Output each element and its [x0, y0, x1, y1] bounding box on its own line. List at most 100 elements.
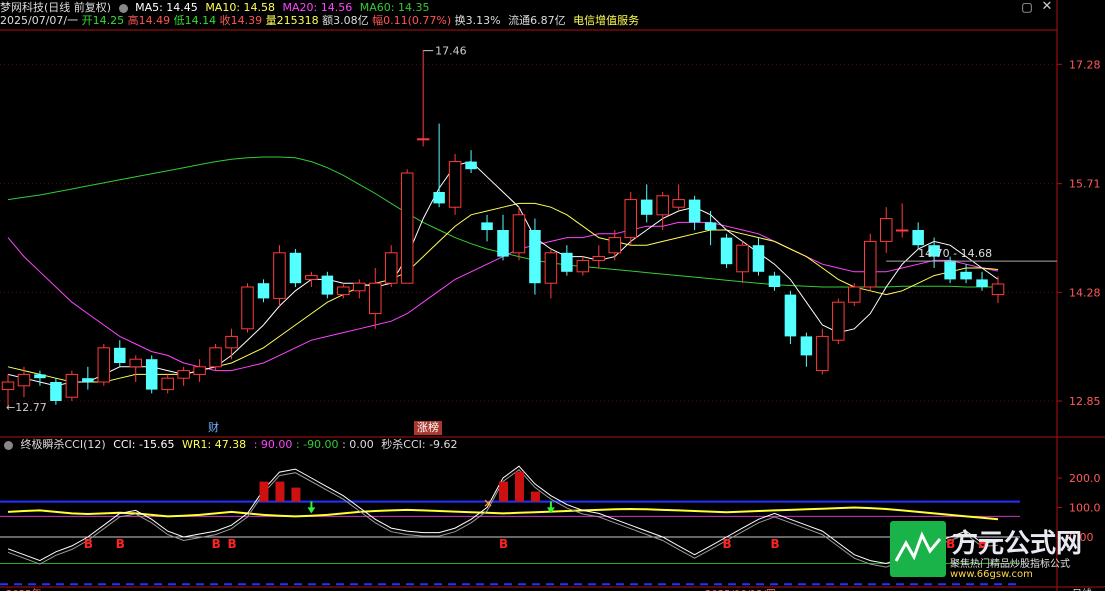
indicator-name[interactable]: 终极瞬杀CCI(12)	[21, 438, 106, 451]
price-tick-label: 17.28	[1069, 58, 1101, 71]
zhangbang-event-tag[interactable]: 涨榜	[414, 421, 442, 435]
candle-body	[736, 244, 749, 273]
cci-red-bar	[291, 487, 301, 502]
high-label: 17.46	[435, 45, 467, 58]
candle-body	[193, 366, 206, 375]
candle-body	[576, 259, 590, 273]
candle-body	[161, 377, 174, 391]
candle-body	[384, 252, 398, 284]
candle-body	[369, 282, 382, 315]
price-tick-label: 15.71	[1069, 178, 1101, 191]
candle-body	[177, 370, 190, 379]
stock-chart[interactable]: 17.28 15.71 14.28 12.85 17.46 ←12.77 14.70 - 1…	[0, 0, 1105, 591]
candle-body	[416, 138, 430, 141]
candle-body	[400, 172, 414, 284]
candle-body	[305, 275, 318, 280]
low-label: ←12.77	[6, 401, 47, 414]
candle-body	[82, 378, 94, 382]
candle-body	[752, 245, 765, 272]
candle-body	[561, 252, 573, 272]
ma5-line	[7, 161, 999, 387]
candle-body	[864, 240, 877, 288]
cci-yellow-line	[7, 506, 999, 521]
candle-body	[353, 282, 366, 292]
candle-body	[704, 222, 717, 230]
vneg90-value: : -90.00	[295, 438, 339, 451]
quote-row: 2025/07/07/一 开14.25 高14.49 低14.14 收14.39…	[0, 13, 643, 29]
candle-body	[976, 279, 988, 287]
candle-body	[34, 374, 46, 379]
candle-body	[257, 283, 270, 299]
candle-body	[991, 283, 1005, 296]
down-arrow-icon	[307, 501, 316, 514]
buy-signal-b: B	[770, 537, 779, 551]
cci-red-bar	[530, 491, 540, 502]
watermark-logo: 方元公式网 聚焦热门精品炒股指标公式 www.66gsw.com	[890, 521, 1105, 583]
buy-signal-b: B	[116, 537, 125, 551]
buy-signal-b: B	[499, 537, 508, 551]
buy-signal-b: B	[723, 537, 732, 551]
candle-body	[544, 252, 558, 284]
candle-body	[321, 275, 334, 295]
cci-red-bar	[499, 481, 508, 502]
candle-body	[848, 286, 861, 303]
candle-body	[465, 161, 477, 170]
close-icon[interactable]: ✕	[1040, 0, 1054, 14]
period-label: 日线	[1072, 587, 1092, 591]
candle-body	[50, 382, 62, 401]
cci-red-bar	[275, 481, 285, 502]
float-cap-label: 流通6.87亿	[508, 14, 566, 27]
open-label: 开14.25	[81, 14, 125, 27]
change-label: 幅0.11(0.77%)	[372, 14, 452, 27]
candle-body	[688, 199, 701, 223]
candle-body	[241, 286, 254, 330]
cci-tick-label: 100.0	[1069, 502, 1101, 515]
bottom-date-left: 2025年	[6, 587, 41, 591]
settings-circle-icon[interactable]	[118, 3, 128, 13]
candle-body	[608, 237, 622, 254]
candle-body	[720, 237, 733, 265]
sector-label[interactable]: 电信增值服务	[573, 14, 639, 27]
candle-body	[895, 229, 909, 232]
indicator-settings-icon[interactable]	[4, 440, 13, 450]
candle-body	[481, 222, 493, 230]
price-tick-label: 12.85	[1069, 395, 1101, 408]
indicator-header-row: 终极瞬杀CCI(12) CCI: -15.65 WR1: 47.38 : 90.…	[4, 437, 462, 453]
candle-body	[944, 260, 956, 280]
candle-body	[960, 271, 972, 280]
candle-body	[512, 214, 526, 254]
candle-body	[65, 373, 79, 398]
close-label: 收14.39	[219, 14, 263, 27]
finance-event-tag[interactable]: 财	[205, 421, 222, 435]
cci-red-bar	[514, 471, 524, 502]
maximize-icon[interactable]: ▢	[1020, 0, 1034, 14]
cross-signal-icon: ✕	[483, 497, 493, 511]
low-label: 低14.14	[173, 14, 217, 27]
date-label: 2025/07/07/一	[0, 14, 79, 27]
candle-body	[448, 161, 462, 208]
candle-body	[97, 347, 111, 383]
price-tick-label: 14.28	[1069, 286, 1101, 299]
cci-tick-label: 200.0	[1069, 472, 1101, 485]
logo-chart-icon	[890, 521, 946, 577]
candle-body	[145, 359, 158, 390]
turnover-label: 换3.13%	[454, 14, 501, 27]
buy-signal-b: B	[212, 537, 221, 551]
candle-body	[832, 301, 845, 341]
candle-body	[497, 230, 509, 257]
candle-body	[912, 230, 924, 246]
candle-body	[225, 335, 238, 349]
buy-signal-b: B	[228, 537, 237, 551]
candle-body	[114, 347, 126, 363]
candle-body	[640, 199, 653, 215]
range-label: 14.70 - 14.68	[918, 247, 992, 260]
candle-body	[624, 199, 637, 239]
watermark-url: www.66gsw.com	[950, 569, 1033, 580]
candle-body	[784, 294, 797, 337]
watermark-slogan: 聚焦热门精品炒股指标公式	[950, 559, 1070, 570]
candle-body	[433, 192, 445, 204]
candle-body	[879, 218, 893, 242]
candle-body	[337, 286, 350, 296]
cci-value: CCI: -15.65	[113, 438, 175, 451]
candle-body	[273, 252, 286, 299]
